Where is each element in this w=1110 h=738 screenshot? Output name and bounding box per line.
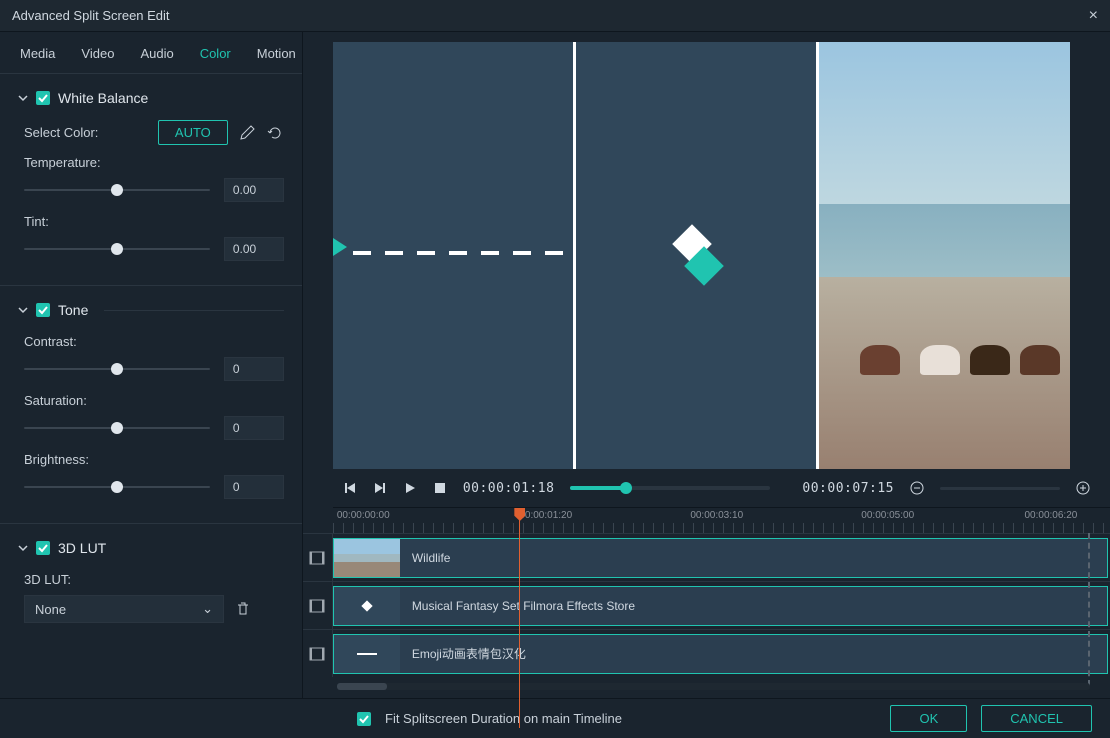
track-row: Musical Fantasy Set Filmora Effects Stor… [303,581,1110,629]
title-bar: Advanced Split Screen Edit × [0,0,1110,32]
clip-wildlife[interactable]: Wildlife [333,538,1108,578]
lut-select[interactable]: None ⌄ [24,595,224,623]
brightness-input[interactable] [224,475,284,499]
video-track-icon[interactable] [303,534,333,581]
playhead[interactable] [519,508,520,728]
temperature-input[interactable] [224,178,284,202]
lut-title: 3D LUT [58,540,106,556]
tone-checkbox[interactable] [36,303,50,317]
chevron-down-icon[interactable] [18,305,28,315]
auto-button[interactable]: AUTO [158,120,228,145]
property-tabs: Media Video Audio Color Motion [0,32,302,74]
clip-thumbnail [334,539,400,577]
properties-panel: Media Video Audio Color Motion White Bal… [0,32,303,698]
prev-frame-button[interactable] [343,481,357,495]
preview-pane-1[interactable] [333,42,576,469]
chevron-down-icon[interactable] [18,93,28,103]
chevron-down-icon: ⌄ [202,601,213,617]
tint-slider[interactable] [24,239,210,259]
chevron-down-icon[interactable] [18,543,28,553]
brightness-slider[interactable] [24,477,210,497]
cancel-button[interactable]: CANCEL [981,705,1092,732]
total-timecode: 00:00:07:15 [802,481,894,496]
clip-label: Wildlife [400,551,451,565]
lut-selected: None [35,602,202,617]
tab-motion[interactable]: Motion [257,46,296,61]
delete-icon[interactable] [234,600,252,618]
stop-button[interactable] [433,481,447,495]
section-tone: Tone Contrast: Saturation: Brightness: [0,286,302,524]
contrast-label: Contrast: [18,328,284,351]
section-white-balance: White Balance Select Color: AUTO Tempera… [0,74,302,286]
select-color-label: Select Color: [24,125,98,140]
progress-bar[interactable] [570,486,770,490]
lut-checkbox[interactable] [36,541,50,555]
guide-line [353,251,573,255]
insert-indicator-icon [333,238,347,256]
brightness-label: Brightness: [18,446,284,469]
temperature-slider[interactable] [24,180,210,200]
section-3d-lut: 3D LUT 3D LUT: None ⌄ [0,524,302,645]
white-balance-title: White Balance [58,90,148,106]
saturation-label: Saturation: [18,387,284,410]
ok-button[interactable]: OK [890,705,967,732]
saturation-input[interactable] [224,416,284,440]
clip-musical-fantasy[interactable]: Musical Fantasy Set Filmora Effects Stor… [333,586,1108,626]
fit-duration-label: Fit Splitscreen Duration on main Timelin… [385,711,622,726]
horizontal-scrollbar[interactable] [337,683,1090,690]
tone-title: Tone [58,302,88,318]
tint-label: Tint: [18,208,284,231]
timeline-tracks: Wildlife Musical Fantasy Set Filmora Eff… [303,533,1110,698]
contrast-input[interactable] [224,357,284,381]
zoom-in-button[interactable] [1076,481,1090,495]
track-row: Emoji动画表情包汉化 [303,629,1110,677]
tab-color[interactable]: Color [200,46,231,61]
timeline-ruler[interactable]: 00:00:00:00 00:00:01:20 00:00:03:10 00:0… [333,507,1110,533]
close-icon[interactable]: × [1089,7,1098,25]
clip-label: Emoji动画表情包汉化 [400,645,526,662]
video-track-icon[interactable] [303,582,333,629]
playback-controls: 00:00:01:18 00:00:07:15 [303,469,1110,507]
zoom-out-button[interactable] [910,481,924,495]
window-title: Advanced Split Screen Edit [12,8,170,23]
contrast-slider[interactable] [24,359,210,379]
white-balance-checkbox[interactable] [36,91,50,105]
clip-label: Musical Fantasy Set Filmora Effects Stor… [400,599,635,613]
temperature-label: Temperature: [18,149,284,172]
video-track-icon[interactable] [303,630,333,677]
clip-end-marker [1088,533,1090,686]
preview-pane-3[interactable] [819,42,1070,469]
eyedropper-icon[interactable] [238,124,256,142]
tint-input[interactable] [224,237,284,261]
clip-emoji[interactable]: Emoji动画表情包汉化 [333,634,1108,674]
footer-bar: Fit Splitscreen Duration on main Timelin… [0,698,1110,738]
tab-media[interactable]: Media [20,46,55,61]
play-button[interactable] [403,481,417,495]
next-frame-button[interactable] [373,481,387,495]
clip-thumbnail [334,635,400,673]
zoom-slider[interactable] [940,487,1060,490]
content-area: 00:00:01:18 00:00:07:15 00:00:00:00 00:0… [303,32,1110,698]
tab-audio[interactable]: Audio [140,46,173,61]
lut-label: 3D LUT: [18,566,284,589]
clip-thumbnail [334,587,400,625]
track-row: Wildlife [303,533,1110,581]
logo-icon [666,226,726,286]
reset-icon[interactable] [266,124,284,142]
current-timecode: 00:00:01:18 [463,481,555,496]
preview-area[interactable] [333,42,1070,469]
saturation-slider[interactable] [24,418,210,438]
preview-pane-2[interactable] [576,42,819,469]
tab-video[interactable]: Video [81,46,114,61]
fit-duration-checkbox[interactable] [357,712,371,726]
